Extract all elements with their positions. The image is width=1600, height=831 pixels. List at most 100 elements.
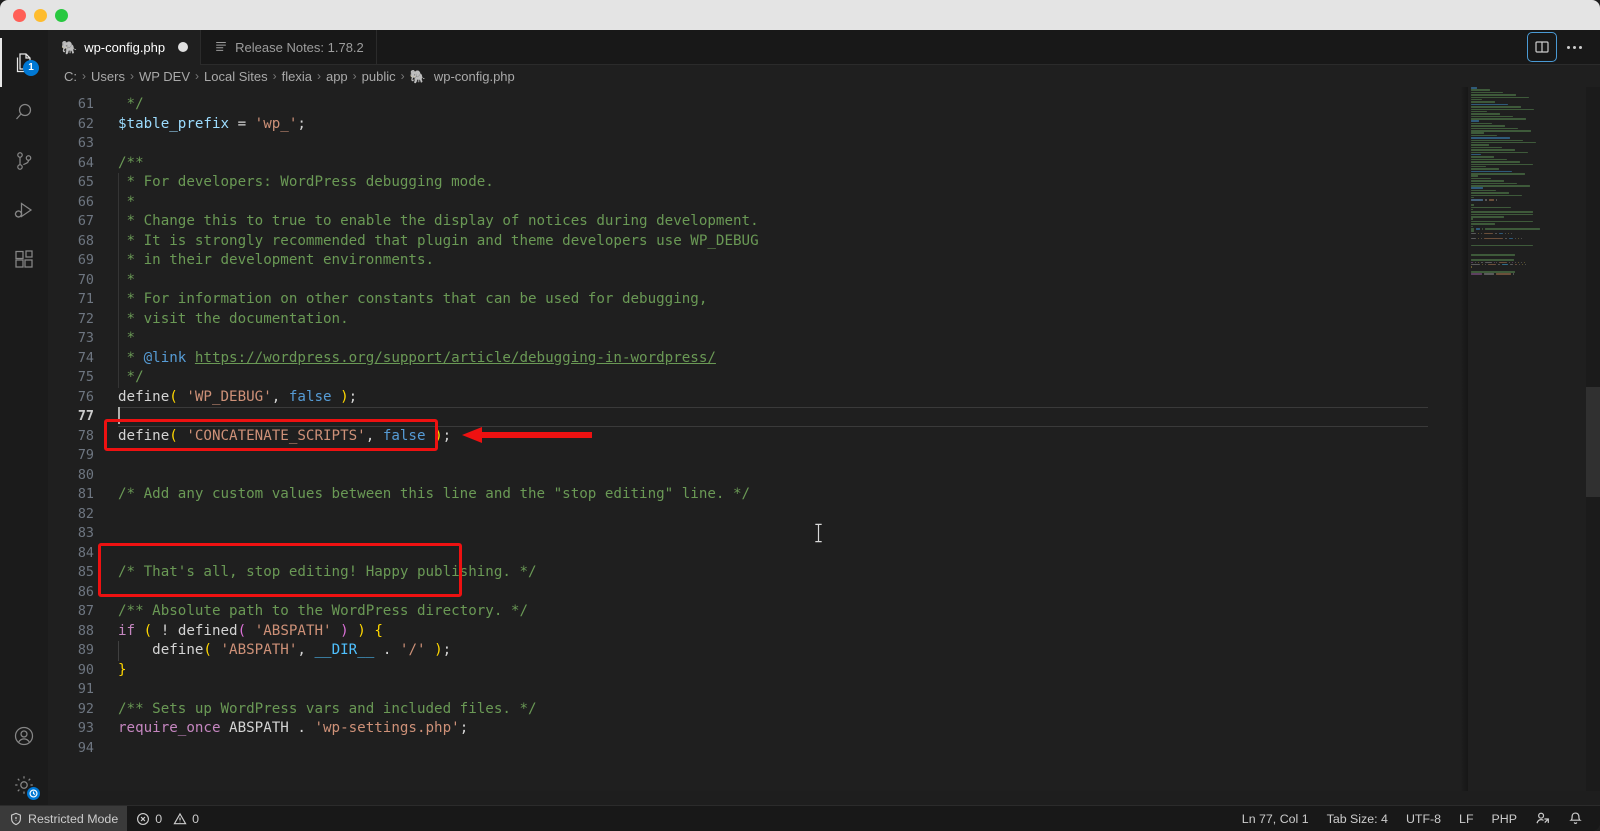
code-line[interactable]: 86	[48, 583, 1458, 603]
code-line[interactable]: 94	[48, 739, 1458, 759]
code-line[interactable]: 62 $table_prefix = 'wp_';	[48, 115, 1458, 135]
code-line[interactable]: 77	[48, 407, 1458, 427]
tab-label: Release Notes: 1.78.2	[235, 39, 364, 55]
code-line[interactable]: 88 if ( ! defined( 'ABSPATH' ) ) {	[48, 622, 1458, 642]
minimap[interactable]	[1468, 87, 1558, 791]
code-line[interactable]: 93 require_once ABSPATH . 'wp-settings.ph…	[48, 719, 1458, 739]
minimap-segment	[1518, 261, 1519, 264]
breadcrumb-item[interactable]: public	[362, 69, 396, 84]
tab-release-notes[interactable]: Release Notes: 1.78.2	[201, 30, 377, 64]
code-line[interactable]: 82	[48, 505, 1458, 525]
code-line[interactable]: 65 * For developers: WordPress debugging…	[48, 173, 1458, 193]
sidebar-item-run-and-debug[interactable]	[0, 185, 48, 234]
code-line[interactable]: 78 define( 'CONCATENATE_SCRIPTS', false )…	[48, 427, 1458, 447]
status-language-mode[interactable]: PHP	[1483, 806, 1526, 831]
status-encoding[interactable]: UTF-8	[1397, 806, 1450, 831]
line-number: 63	[77, 136, 94, 151]
manage-settings-button[interactable]	[0, 760, 48, 809]
code-line[interactable]: 84	[48, 544, 1458, 564]
code-line[interactable]: 80	[48, 466, 1458, 486]
minimap-segment	[1499, 261, 1508, 264]
breadcrumb-item[interactable]: Local Sites	[204, 69, 268, 84]
scrollbar-slider[interactable]	[1586, 387, 1600, 497]
minimize-window-button[interactable]	[34, 9, 47, 22]
status-eol[interactable]: LF	[1450, 806, 1482, 831]
minimap-segment	[1471, 106, 1521, 108]
maximize-window-button[interactable]	[55, 9, 68, 22]
unsaved-indicator[interactable]	[178, 42, 189, 52]
code-line[interactable]: 89 define( 'ABSPATH', __DIR__ . '/' );	[48, 641, 1458, 661]
accounts-button[interactable]	[0, 711, 48, 760]
close-window-button[interactable]	[13, 9, 26, 22]
status-bar-right: Ln 77, Col 1 Tab Size: 4 UTF-8 LF PHP	[1233, 806, 1600, 831]
status-live-share[interactable]	[1526, 806, 1559, 831]
sidebar-item-extensions[interactable]	[0, 234, 48, 283]
code-token: {	[374, 622, 383, 639]
status-notifications[interactable]	[1559, 806, 1592, 831]
breadcrumb-item[interactable]: app	[326, 69, 348, 84]
code-token: ,	[297, 642, 315, 658]
minimap-segment	[1471, 223, 1496, 225]
editor-scrollbar[interactable]	[1586, 87, 1600, 791]
code-line[interactable]: 67 * Change this to true to enable the d…	[48, 212, 1458, 232]
preview-lines-icon	[214, 39, 228, 56]
code-line[interactable]: 64 /**	[48, 154, 1458, 174]
breadcrumb-item[interactable]: flexia	[282, 69, 312, 84]
code-line[interactable]: 63	[48, 134, 1458, 154]
code-line[interactable]: 73 *	[48, 329, 1458, 349]
code-line[interactable]: 87 /** Absolute path to the WordPress dir…	[48, 602, 1458, 622]
code-line[interactable]: 91	[48, 680, 1458, 700]
minimap-segment	[1471, 225, 1473, 228]
tab-wp-config-php[interactable]: 🐘 wp-config.php	[48, 30, 202, 65]
sidebar-item-search[interactable]	[0, 87, 48, 136]
code-line[interactable]: 74 * @link https://wordpress.org/support…	[48, 348, 1458, 368]
code-token: 'CONCATENATE_SCRIPTS'	[186, 427, 366, 444]
minimap-segment	[1497, 263, 1500, 266]
status-restricted-mode[interactable]: Restricted Mode	[0, 805, 128, 831]
breadcrumb-item[interactable]: wp-config.php	[434, 69, 515, 84]
code-line[interactable]: 92 /** Sets up WordPress vars and include…	[48, 700, 1458, 720]
status-indentation[interactable]: Tab Size: 4	[1318, 806, 1397, 831]
minimap-segment	[1487, 263, 1496, 266]
minimap-segment	[1471, 103, 1508, 106]
code-token: *	[118, 271, 136, 288]
code-line[interactable]: 68 * It is strongly recommended that plu…	[48, 231, 1458, 251]
breadcrumb-item[interactable]: C:	[64, 69, 77, 84]
minimap-segment	[1471, 232, 1477, 235]
sidebar-item-explorer[interactable]: 1	[0, 38, 48, 87]
code-line[interactable]: 72 * visit the documentation.	[48, 309, 1458, 329]
status-problems[interactable]: 0 0	[127, 806, 208, 831]
split-editor-button[interactable]	[1527, 32, 1557, 62]
code-line[interactable]: 69 * in their development environments.	[48, 251, 1458, 271]
sidebar-item-source-control[interactable]	[0, 136, 48, 185]
code-line[interactable]: 76 define( 'WP_DEBUG', false );	[48, 388, 1458, 408]
more-actions-button[interactable]	[1560, 33, 1588, 61]
breadcrumb-item[interactable]: WP DEV	[139, 69, 190, 84]
status-editor-position[interactable]: Ln 77, Col 1	[1233, 806, 1318, 831]
code-line[interactable]: 61 */	[48, 95, 1458, 115]
code-line[interactable]: 71 * For information on other constants …	[48, 290, 1458, 310]
minimap-segment	[1471, 127, 1518, 130]
code-token: 'WP_DEBUG'	[186, 388, 272, 405]
code-line[interactable]: 90}	[48, 661, 1458, 681]
code-token: )	[340, 388, 349, 405]
code-line[interactable]: 75 */	[48, 368, 1458, 388]
minimap-segment	[1471, 263, 1480, 266]
minimap-row	[1468, 276, 1558, 278]
code-line[interactable]: 85 /* That's all, stop editing! Happy pub…	[48, 563, 1458, 583]
code-line[interactable]: 66 *	[48, 192, 1458, 212]
minimap-segment	[1471, 125, 1505, 127]
code-line[interactable]: 81 /* Add any custom values between this …	[48, 485, 1458, 505]
code-line[interactable]: 70 *	[48, 270, 1458, 290]
code-content[interactable]: 61 */62 $table_prefix = 'wp_'; 63 64/** 65 *…	[48, 87, 1458, 791]
code-token: .	[374, 642, 400, 658]
code-line[interactable]: 83	[48, 524, 1458, 544]
code-token: 'ABSPATH'	[254, 622, 332, 639]
line-number: 61	[77, 97, 94, 112]
php-elephant-icon: 🐘	[61, 39, 78, 55]
breadcrumb-item[interactable]: Users	[91, 69, 125, 84]
code-token: ,	[271, 388, 289, 405]
code-line[interactable]: 79	[48, 446, 1458, 466]
